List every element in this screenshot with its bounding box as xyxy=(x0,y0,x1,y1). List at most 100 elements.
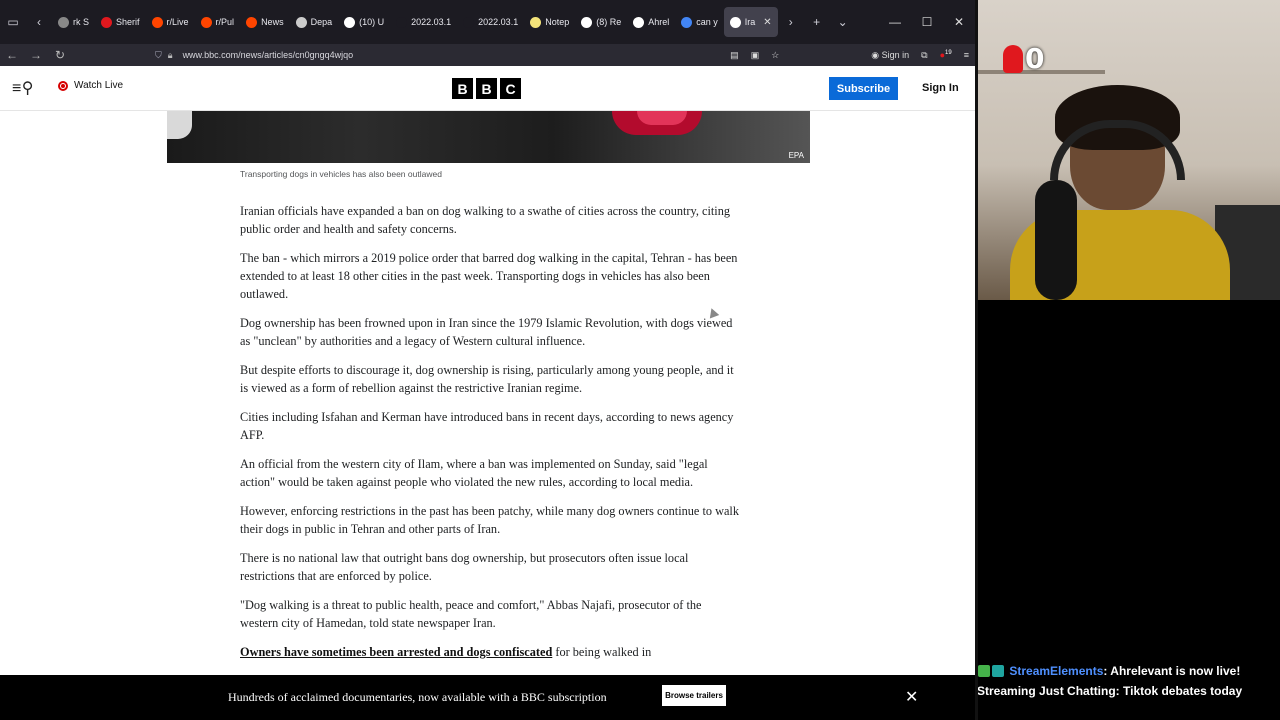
browser-tab[interactable]: Notep xyxy=(524,7,575,37)
hero-image-detail xyxy=(637,111,687,125)
extension-badge-count: 19 xyxy=(945,50,952,56)
hero-image-detail xyxy=(167,111,192,139)
watch-live-label: Watch Live xyxy=(74,80,124,91)
tab-label: rk S xyxy=(73,17,90,27)
scroll-tabs-right-icon[interactable]: › xyxy=(778,7,804,37)
overlay-divider xyxy=(975,0,978,720)
extensions-icon[interactable]: ⧉ xyxy=(921,50,927,61)
article-paragraph: Owners have sometimes been arrested and … xyxy=(240,643,740,661)
article-link[interactable]: Owners have sometimes been arrested and … xyxy=(240,645,552,659)
lock-icon[interactable]: 🔒︎ xyxy=(168,50,173,61)
stream-chat: StreamElements: Ahrelevant is now live! … xyxy=(975,300,1280,720)
watch-live-link[interactable]: Watch Live xyxy=(58,80,123,91)
bbc-logo[interactable]: B B C xyxy=(452,78,521,99)
reader-view-icon[interactable]: ▤ xyxy=(730,50,739,61)
tab-label: 2022.03.1 xyxy=(478,17,519,27)
browser-tab[interactable]: Ira ✕ xyxy=(723,7,778,37)
browser-tab[interactable]: 2022.03.1 xyxy=(390,7,457,37)
tab-favicon-icon xyxy=(681,16,693,28)
article-paragraph: Iranian officials have expanded a ban on… xyxy=(240,204,731,236)
tab-label: (8) Re xyxy=(596,17,622,27)
menu-search-icon[interactable]: ≡ ⚲ xyxy=(12,78,33,98)
tab-favicon-icon xyxy=(396,16,408,28)
tab-label: Ahrel xyxy=(648,17,670,27)
logo-letter: B xyxy=(476,78,497,99)
scroll-tabs-left-icon[interactable]: ‹ xyxy=(26,7,52,37)
browser-tab[interactable]: Sherif xyxy=(95,7,146,37)
sign-in-label: Sign in xyxy=(881,49,910,60)
article-text: for being walked in xyxy=(552,645,652,659)
forward-icon[interactable]: → xyxy=(24,48,48,62)
tab-favicon-icon xyxy=(463,16,475,28)
live-dot-icon xyxy=(58,80,68,91)
subscription-promo-banner: Hundreds of acclaimed documentaries, now… xyxy=(0,675,975,720)
close-window-icon[interactable]: ✕ xyxy=(943,15,975,29)
tab-label: Ira xyxy=(744,17,756,27)
article-paragraph: Dog ownership has been frowned upon in I… xyxy=(240,316,733,348)
chat-message-continuation: Streaming Just Chatting: Tiktok debates … xyxy=(977,684,1243,698)
screen: ▭ ‹ rk S Sherif r/Live r/Pul News Depa (10) U 2… xyxy=(0,0,1280,720)
image-credit: EPA xyxy=(788,151,804,160)
browser-tab[interactable]: (8) Re xyxy=(575,7,627,37)
browser-tab[interactable]: (10) U xyxy=(338,7,390,37)
extension-badge-icon[interactable]: ●19 xyxy=(940,50,952,60)
browser-tab[interactable]: rk S xyxy=(52,7,95,37)
tab-overview-icon[interactable]: ▭ xyxy=(0,7,26,37)
shield-icon[interactable]: ⛉ xyxy=(155,50,162,61)
bookmark-star-icon[interactable]: ☆ xyxy=(771,50,779,61)
image-caption: Transporting dogs in vehicles has also b… xyxy=(240,169,442,179)
minimize-icon[interactable]: — xyxy=(879,15,911,29)
menu-icon[interactable]: ≡ xyxy=(964,50,969,60)
tab-label: r/Live xyxy=(166,17,189,27)
chat-message: StreamElements: Ahrelevant is now live! xyxy=(978,664,1240,678)
save-icon[interactable]: ▣ xyxy=(751,50,760,61)
article-paragraph: An official from the western city of Ila… xyxy=(240,457,708,489)
address-bar[interactable]: ⛉ 🔒︎ www.bbc.com/news/articles/cn0gngq4w… xyxy=(155,44,765,66)
chat-badge-icon xyxy=(992,665,1004,677)
hero-image: EPA xyxy=(167,111,810,163)
tab-favicon-icon xyxy=(200,16,212,28)
tab-favicon-icon xyxy=(344,16,356,28)
browser-tab[interactable]: r/Live xyxy=(146,7,195,37)
browser-tab[interactable]: News xyxy=(240,7,290,37)
browser-tab[interactable]: 2022.03.1 xyxy=(457,7,524,37)
article-paragraph: However, enforcing restrictions in the p… xyxy=(240,504,739,536)
tab-label: Notep xyxy=(545,17,570,27)
article-body: Iranian officials have expanded a ban on… xyxy=(240,202,740,672)
back-icon[interactable]: ← xyxy=(0,48,24,62)
bbc-sign-in-button[interactable]: Sign In xyxy=(922,82,959,94)
tab-favicon-icon xyxy=(295,16,307,28)
browse-trailers-button[interactable]: Browse trailers xyxy=(662,685,726,706)
browser-tab[interactable]: can y xyxy=(675,7,724,37)
tab-list: rk S Sherif r/Live r/Pul News Depa (10) U 2022.… xyxy=(52,7,778,37)
tab-favicon-icon xyxy=(58,16,69,28)
bbc-header: ≡ ⚲ Watch Live B B C Subscribe Sign In xyxy=(0,66,975,111)
account-sign-in[interactable]: ◉ Sign in xyxy=(871,50,909,61)
logo-letter: B xyxy=(452,78,473,99)
bbc-article-page: ≡ ⚲ Watch Live B B C Subscribe Sign In E… xyxy=(0,66,975,720)
logo-letter: C xyxy=(500,78,521,99)
viewer-person-icon xyxy=(1003,44,1023,73)
tab-favicon-icon xyxy=(101,16,113,28)
close-tab-icon[interactable]: ✕ xyxy=(763,17,771,28)
article-paragraph: "Dog walking is a threat to public healt… xyxy=(240,598,702,630)
tab-favicon-icon xyxy=(151,16,163,28)
microphone xyxy=(1035,180,1077,300)
chat-badge-icon xyxy=(978,665,990,677)
subscribe-button[interactable]: Subscribe xyxy=(829,77,898,100)
tab-label: (10) U xyxy=(359,17,385,27)
reload-icon[interactable]: ↻ xyxy=(48,48,72,62)
new-tab-icon[interactable]: + xyxy=(804,7,830,37)
browser-tab-bar: ▭ ‹ rk S Sherif r/Live r/Pul News Depa (10) U 2… xyxy=(0,0,975,44)
maximize-icon[interactable]: ☐ xyxy=(911,15,943,29)
viewer-counter: 0 xyxy=(1003,42,1044,75)
browser-nav-bar: ← → ↻ ⛉ 🔒︎ www.bbc.com/news/articles/cn0… xyxy=(0,44,975,66)
browser-tab[interactable]: Depa xyxy=(290,7,339,37)
tab-list-chevron-icon[interactable]: ⌄ xyxy=(830,7,856,37)
browser-tab[interactable]: Ahrel xyxy=(627,7,675,37)
close-icon[interactable]: ✕ xyxy=(905,687,918,707)
article-paragraph: The ban - which mirrors a 2019 police or… xyxy=(240,251,738,301)
tab-label: r/Pul xyxy=(215,17,235,27)
browser-tab[interactable]: r/Pul xyxy=(195,7,241,37)
article-paragraph: Cities including Isfahan and Kerman have… xyxy=(240,410,734,442)
